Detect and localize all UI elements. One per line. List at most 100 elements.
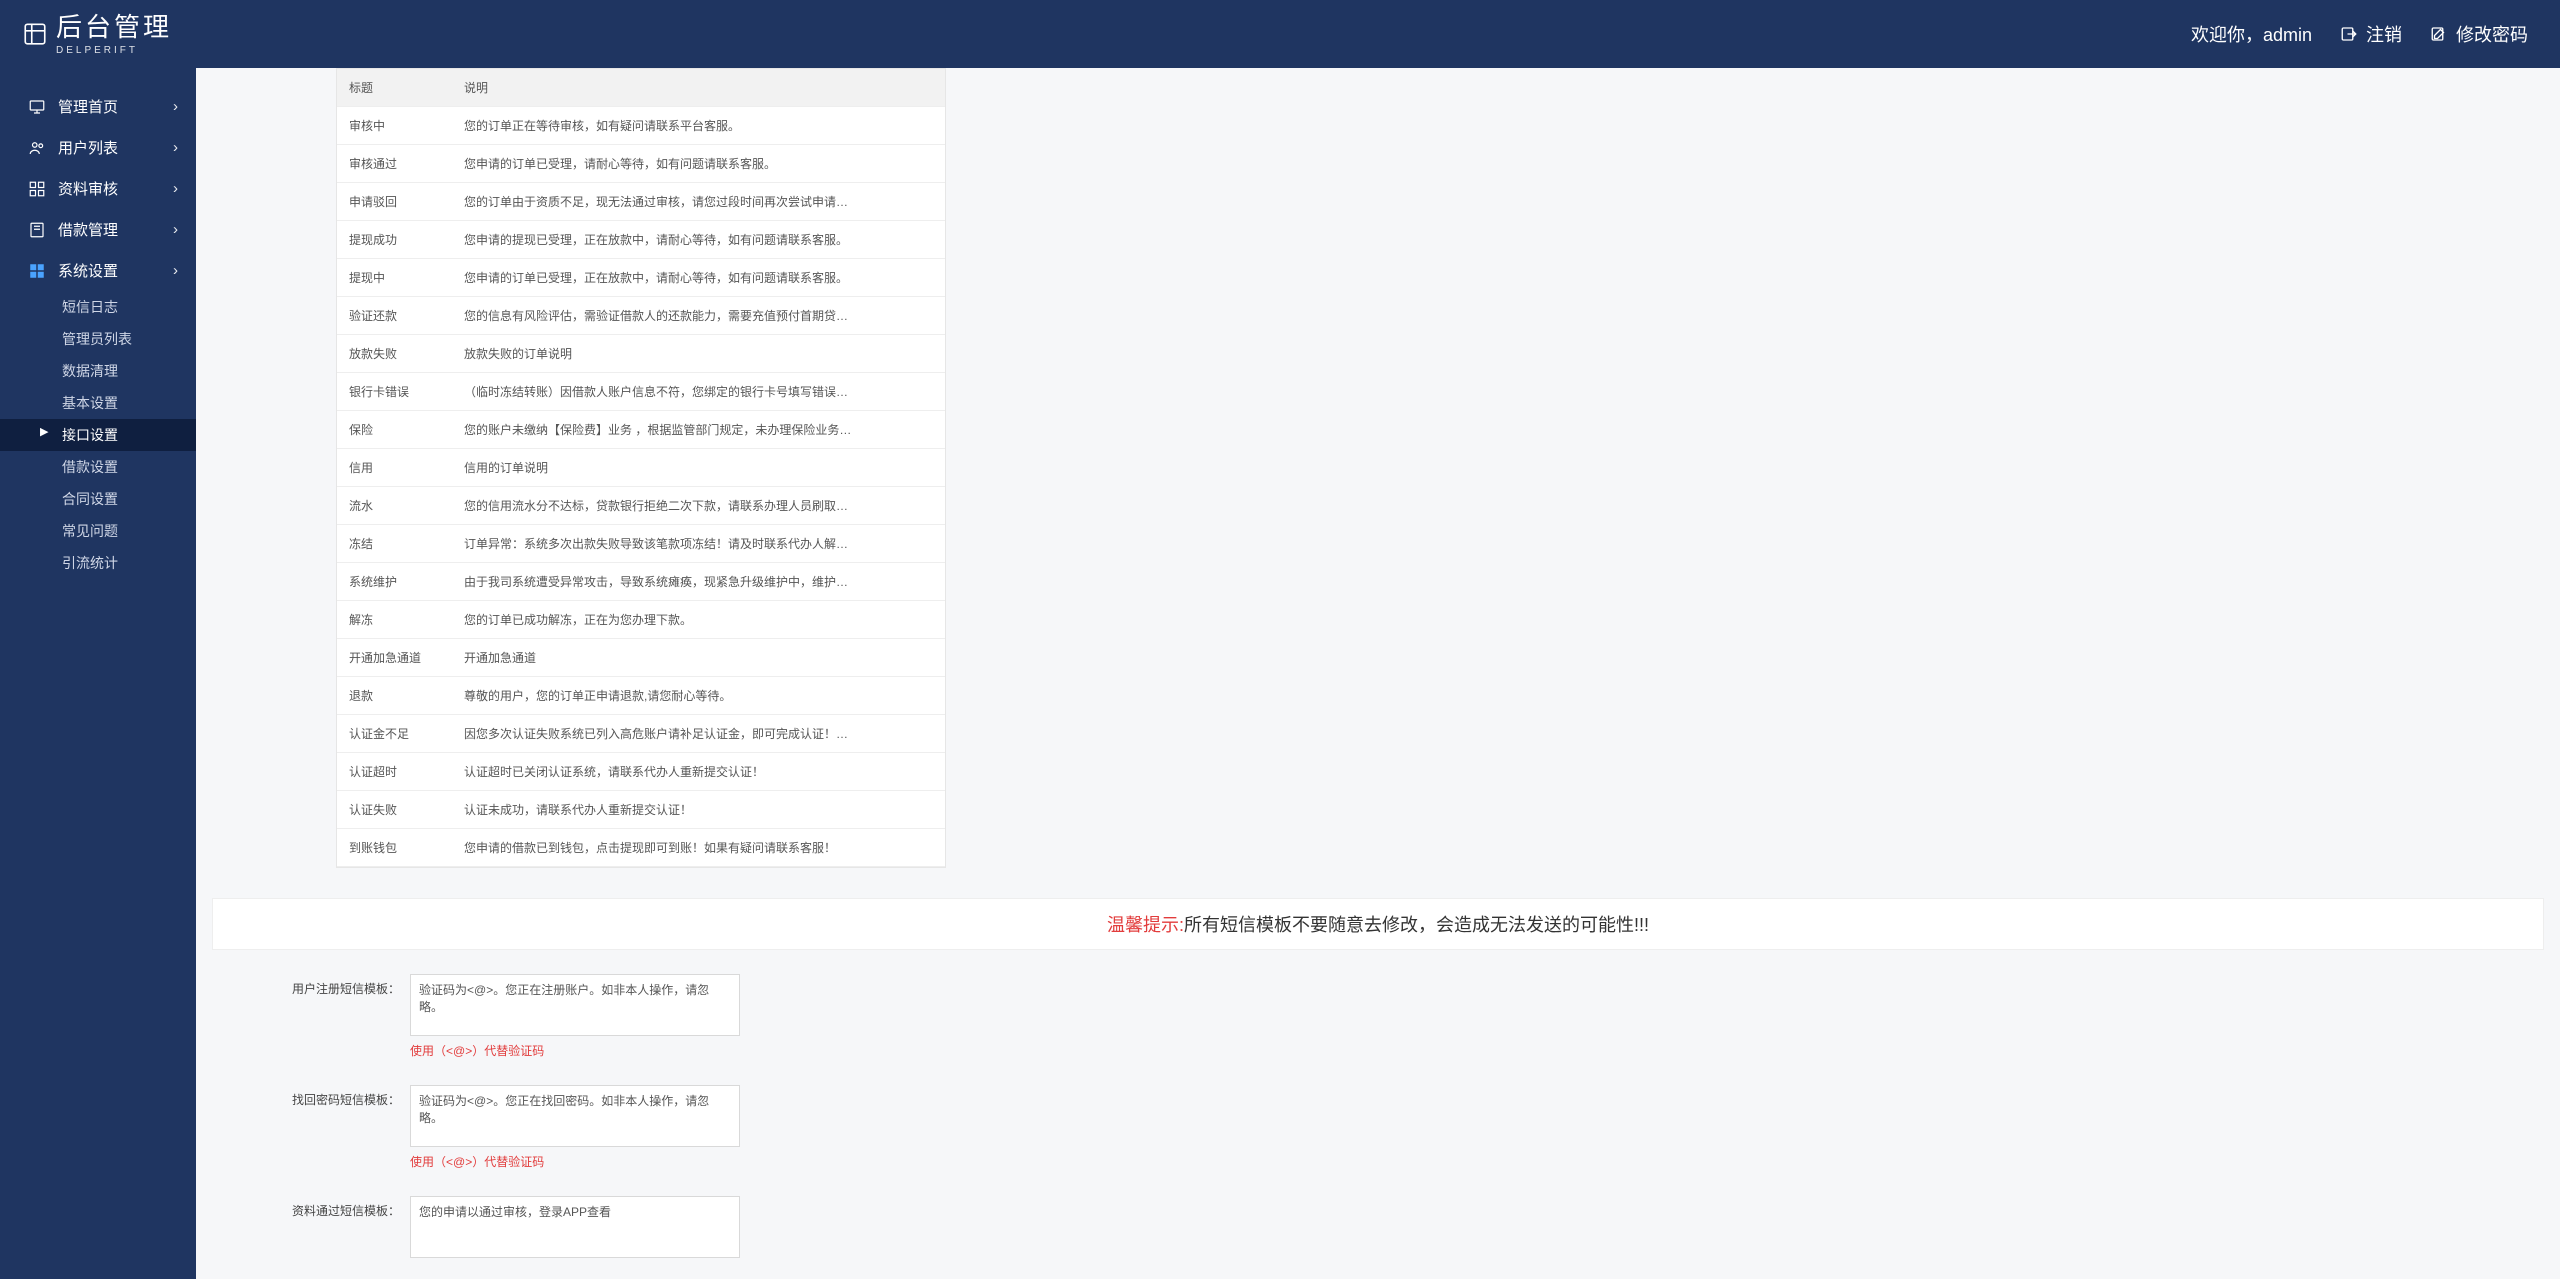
cell-title: 验证还款 bbox=[337, 297, 452, 335]
table-row[interactable]: 开通加急通道开通加急通道 bbox=[337, 639, 945, 677]
cell-desc: 您申请的提现已受理，正在放款中，请耐心等待，如有问题请联系客服。 bbox=[452, 221, 895, 259]
banner-text: 所有短信模板不要随意去修改，会造成无法发送的可能性!!! bbox=[1184, 915, 1649, 935]
cell-op bbox=[895, 221, 945, 259]
cell-desc: （临时冻结转账）因借款人账户信息不符，您绑定的银行卡号填写错误… bbox=[452, 373, 895, 411]
cell-desc: 您的账户未缴纳【保险费】业务 ，根据监管部门规定，未办理保险业务… bbox=[452, 411, 895, 449]
subnav-loan-settings[interactable]: 借款设置 bbox=[0, 451, 196, 483]
nav-home[interactable]: 管理首页 › bbox=[0, 86, 196, 127]
cell-op bbox=[895, 601, 945, 639]
cell-op bbox=[895, 791, 945, 829]
cell-title: 解冻 bbox=[337, 601, 452, 639]
subnav-sms-log[interactable]: 短信日志 bbox=[0, 291, 196, 323]
cell-op bbox=[895, 677, 945, 715]
cell-op bbox=[895, 487, 945, 525]
table-row[interactable]: 验证还款您的信息有风险评估，需验证借款人的还款能力，需要充值预付首期贷… bbox=[337, 297, 945, 335]
cell-op bbox=[895, 183, 945, 221]
cell-op bbox=[895, 563, 945, 601]
table-row[interactable]: 提现中您申请的订单已受理，正在放款中，请耐心等待，如有问题请联系客服。 bbox=[337, 259, 945, 297]
nav-label: 用户列表 bbox=[58, 137, 118, 158]
table-row[interactable]: 系统维护由于我司系统遭受异常攻击，导致系统瘫痪，现紧急升级维护中，维护… bbox=[337, 563, 945, 601]
table-row[interactable]: 审核通过您申请的订单已受理，请耐心等待，如有问题请联系客服。 bbox=[337, 145, 945, 183]
cell-desc: 认证未成功，请联系代办人重新提交认证！ bbox=[452, 791, 895, 829]
warning-banner: 温馨提示:所有短信模板不要随意去修改，会造成无法发送的可能性!!! bbox=[212, 898, 2544, 950]
cell-desc: 信用的订单说明 bbox=[452, 449, 895, 487]
approve-template-input[interactable] bbox=[410, 1196, 740, 1258]
cell-title: 放款失败 bbox=[337, 335, 452, 373]
cell-desc: 订单异常：系统多次出款失败导致该笔款项冻结！请及时联系代办人解… bbox=[452, 525, 895, 563]
cell-title: 系统维护 bbox=[337, 563, 452, 601]
table-row[interactable]: 保险您的账户未缴纳【保险费】业务 ，根据监管部门规定，未办理保险业务… bbox=[337, 411, 945, 449]
cell-title: 提现成功 bbox=[337, 221, 452, 259]
subnav-basic-settings[interactable]: 基本设置 bbox=[0, 387, 196, 419]
cell-title: 认证金不足 bbox=[337, 715, 452, 753]
subnav-data-clean[interactable]: 数据清理 bbox=[0, 355, 196, 387]
table-header-row: 标题 说明 bbox=[337, 69, 945, 107]
nav-loan[interactable]: 借款管理 › bbox=[0, 209, 196, 250]
brand-title: 后台管理 bbox=[56, 12, 172, 42]
cell-title: 审核通过 bbox=[337, 145, 452, 183]
chevron-right-icon: › bbox=[173, 262, 178, 279]
table-row[interactable]: 到账钱包您申请的借款已到钱包，点击提现即可到账！如果有疑问请联系客服！ bbox=[337, 829, 945, 867]
nav-label: 借款管理 bbox=[58, 219, 118, 240]
change-password-button[interactable]: 修改密码 bbox=[2430, 21, 2528, 47]
table-row[interactable]: 流水您的信用流水分不达标，贷款银行拒绝二次下款，请联系办理人员刷取… bbox=[337, 487, 945, 525]
cell-op bbox=[895, 373, 945, 411]
content-area: 标题 说明 审核中您的订单正在等待审核，如有疑问请联系平台客服。审核通过您申请的… bbox=[196, 68, 2560, 1279]
brand-icon bbox=[22, 21, 48, 47]
cell-op bbox=[895, 145, 945, 183]
table-row[interactable]: 认证金不足因您多次认证失败系统已列入高危账户请补足认证金，即可完成认证！… bbox=[337, 715, 945, 753]
table-row[interactable]: 银行卡错误（临时冻结转账）因借款人账户信息不符，您绑定的银行卡号填写错误… bbox=[337, 373, 945, 411]
change-password-label: 修改密码 bbox=[2456, 21, 2528, 47]
subnav-admin-list[interactable]: 管理员列表 bbox=[0, 323, 196, 355]
table-row[interactable]: 冻结订单异常：系统多次出款失败导致该笔款项冻结！请及时联系代办人解… bbox=[337, 525, 945, 563]
register-template-input[interactable] bbox=[410, 974, 740, 1036]
table-row[interactable]: 审核中您的订单正在等待审核，如有疑问请联系平台客服。 bbox=[337, 107, 945, 145]
form-hint: 使用（<@>）代替验证码 bbox=[410, 1153, 740, 1170]
table-row[interactable]: 退款尊敬的用户，您的订单正申请退款,请您耐心等待。 bbox=[337, 677, 945, 715]
cell-desc: 您申请的订单已受理，正在放款中，请耐心等待，如有问题请联系客服。 bbox=[452, 259, 895, 297]
cell-desc: 您的信用流水分不达标，贷款银行拒绝二次下款，请联系办理人员刷取… bbox=[452, 487, 895, 525]
form-label: 用户注册短信模板： bbox=[220, 974, 400, 997]
cell-title: 退款 bbox=[337, 677, 452, 715]
table-row[interactable]: 申请驳回您的订单由于资质不足，现无法通过审核，请您过段时间再次尝试申请… bbox=[337, 183, 945, 221]
cell-title: 认证超时 bbox=[337, 753, 452, 791]
chevron-right-icon: › bbox=[173, 139, 178, 156]
cell-title: 保险 bbox=[337, 411, 452, 449]
chevron-right-icon: › bbox=[173, 180, 178, 197]
welcome-text: 欢迎你，admin bbox=[2191, 21, 2312, 47]
nav-users[interactable]: 用户列表 › bbox=[0, 127, 196, 168]
cell-title: 审核中 bbox=[337, 107, 452, 145]
edit-icon bbox=[2430, 25, 2448, 43]
cell-op bbox=[895, 107, 945, 145]
nav-label: 系统设置 bbox=[58, 260, 118, 281]
cell-title: 申请驳回 bbox=[337, 183, 452, 221]
nav-system[interactable]: 系统设置 › bbox=[0, 250, 196, 291]
cell-desc: 尊敬的用户，您的订单正申请退款,请您耐心等待。 bbox=[452, 677, 895, 715]
grid-icon bbox=[28, 180, 46, 198]
sms-template-form: 用户注册短信模板： 使用（<@>）代替验证码 找回密码短信模板： 使用（<@>）… bbox=[196, 974, 2560, 1258]
table-row[interactable]: 认证失败认证未成功，请联系代办人重新提交认证！ bbox=[337, 791, 945, 829]
table-row[interactable]: 放款失败放款失败的订单说明 bbox=[337, 335, 945, 373]
subnav-contract-settings[interactable]: 合同设置 bbox=[0, 483, 196, 515]
cell-op bbox=[895, 753, 945, 791]
nav-review[interactable]: 资料审核 › bbox=[0, 168, 196, 209]
cell-op bbox=[895, 449, 945, 487]
cell-desc: 您申请的借款已到钱包，点击提现即可到账！如果有疑问请联系客服！ bbox=[452, 829, 895, 867]
table-row[interactable]: 解冻您的订单已成功解冻，正在为您办理下款。 bbox=[337, 601, 945, 639]
form-label: 找回密码短信模板： bbox=[220, 1085, 400, 1108]
subnav-faq[interactable]: 常见问题 bbox=[0, 515, 196, 547]
cell-op bbox=[895, 639, 945, 677]
form-row-reset: 找回密码短信模板： 使用（<@>）代替验证码 bbox=[196, 1085, 2560, 1170]
logout-button[interactable]: 注销 bbox=[2340, 21, 2402, 47]
cell-title: 认证失败 bbox=[337, 791, 452, 829]
table-row[interactable]: 信用信用的订单说明 bbox=[337, 449, 945, 487]
cell-desc: 放款失败的订单说明 bbox=[452, 335, 895, 373]
monitor-icon bbox=[28, 98, 46, 116]
table-row[interactable]: 认证超时认证超时已关闭认证系统，请联系代办人重新提交认证！ bbox=[337, 753, 945, 791]
reset-template-input[interactable] bbox=[410, 1085, 740, 1147]
subnav-api-settings[interactable]: 接口设置 bbox=[0, 419, 196, 451]
subnav-traffic-stats[interactable]: 引流统计 bbox=[0, 547, 196, 579]
table-row[interactable]: 提现成功您申请的提现已受理，正在放款中，请耐心等待，如有问题请联系客服。 bbox=[337, 221, 945, 259]
chevron-right-icon: › bbox=[173, 221, 178, 238]
form-label: 资料通过短信模板： bbox=[220, 1196, 400, 1219]
